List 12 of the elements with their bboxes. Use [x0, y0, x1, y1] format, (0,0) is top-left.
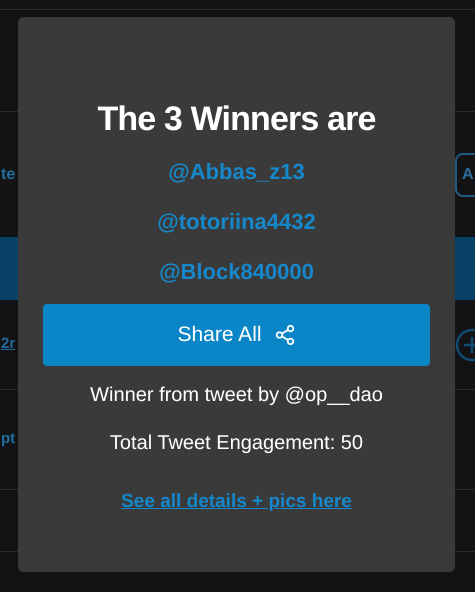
winner-handle[interactable]: @Abbas_z13	[168, 153, 305, 191]
dialog-title: The 3 Winners are	[97, 99, 376, 139]
details-link[interactable]: See all details + pics here	[121, 488, 352, 516]
cell-text: te	[1, 164, 16, 184]
winner-handle[interactable]: @totoriina4432	[157, 203, 316, 241]
source-text: Winner from tweet by @op__dao	[90, 383, 383, 408]
table-link[interactable]: 2r	[1, 333, 16, 356]
share-icon	[274, 324, 296, 346]
winner-handle[interactable]: @Block840000	[159, 253, 314, 291]
cell-text: pt	[1, 429, 16, 450]
engagement-text: Total Tweet Engagement: 50	[110, 431, 364, 456]
share-all-button[interactable]: Share All	[43, 304, 430, 366]
